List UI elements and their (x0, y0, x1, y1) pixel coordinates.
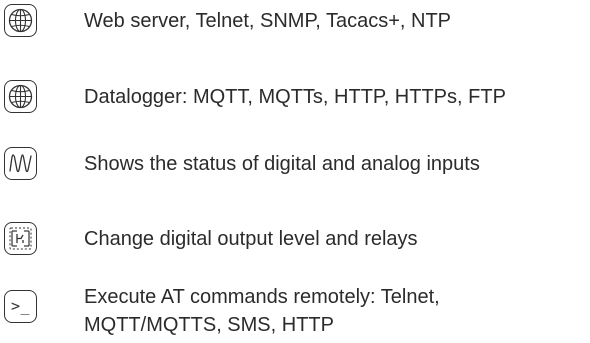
feature-text-line-2: MQTT/MQTTS, SMS, HTTP (84, 314, 334, 336)
terminal-icon: >_ (4, 290, 37, 323)
waveform-icon (4, 147, 37, 180)
globe-icon (4, 80, 37, 113)
feature-item-inputs-status: Shows the status of digital and analog i… (4, 147, 590, 183)
feature-text-line-1: Execute AT commands remotely: Telnet, (84, 286, 440, 308)
feature-text: Web server, Telnet, SNMP, Tacacs+, NTP (84, 10, 452, 32)
feature-item-digital-output: Change digital output level and relays (4, 222, 590, 258)
terminal-glyph: >_ (10, 296, 31, 315)
feature-text: Datalogger: MQTT, MQTTs, HTTP, HTTPs, FT… (84, 86, 506, 108)
feature-text: Shows the status of digital and analog i… (84, 153, 480, 175)
feature-text: Change digital output level and relays (84, 228, 418, 250)
feature-item-web-server: Web server, Telnet, SNMP, Tacacs+, NTP (4, 4, 590, 40)
feature-item-datalogger: Datalogger: MQTT, MQTTs, HTTP, HTTPs, FT… (4, 80, 590, 116)
feature-item-at-commands: >_ Execute AT commands remotely: Telnet,… (4, 286, 590, 340)
relay-icon (4, 222, 37, 255)
globe-icon (4, 4, 37, 37)
feature-list: Web server, Telnet, SNMP, Tacacs+, NTP D… (0, 0, 590, 343)
